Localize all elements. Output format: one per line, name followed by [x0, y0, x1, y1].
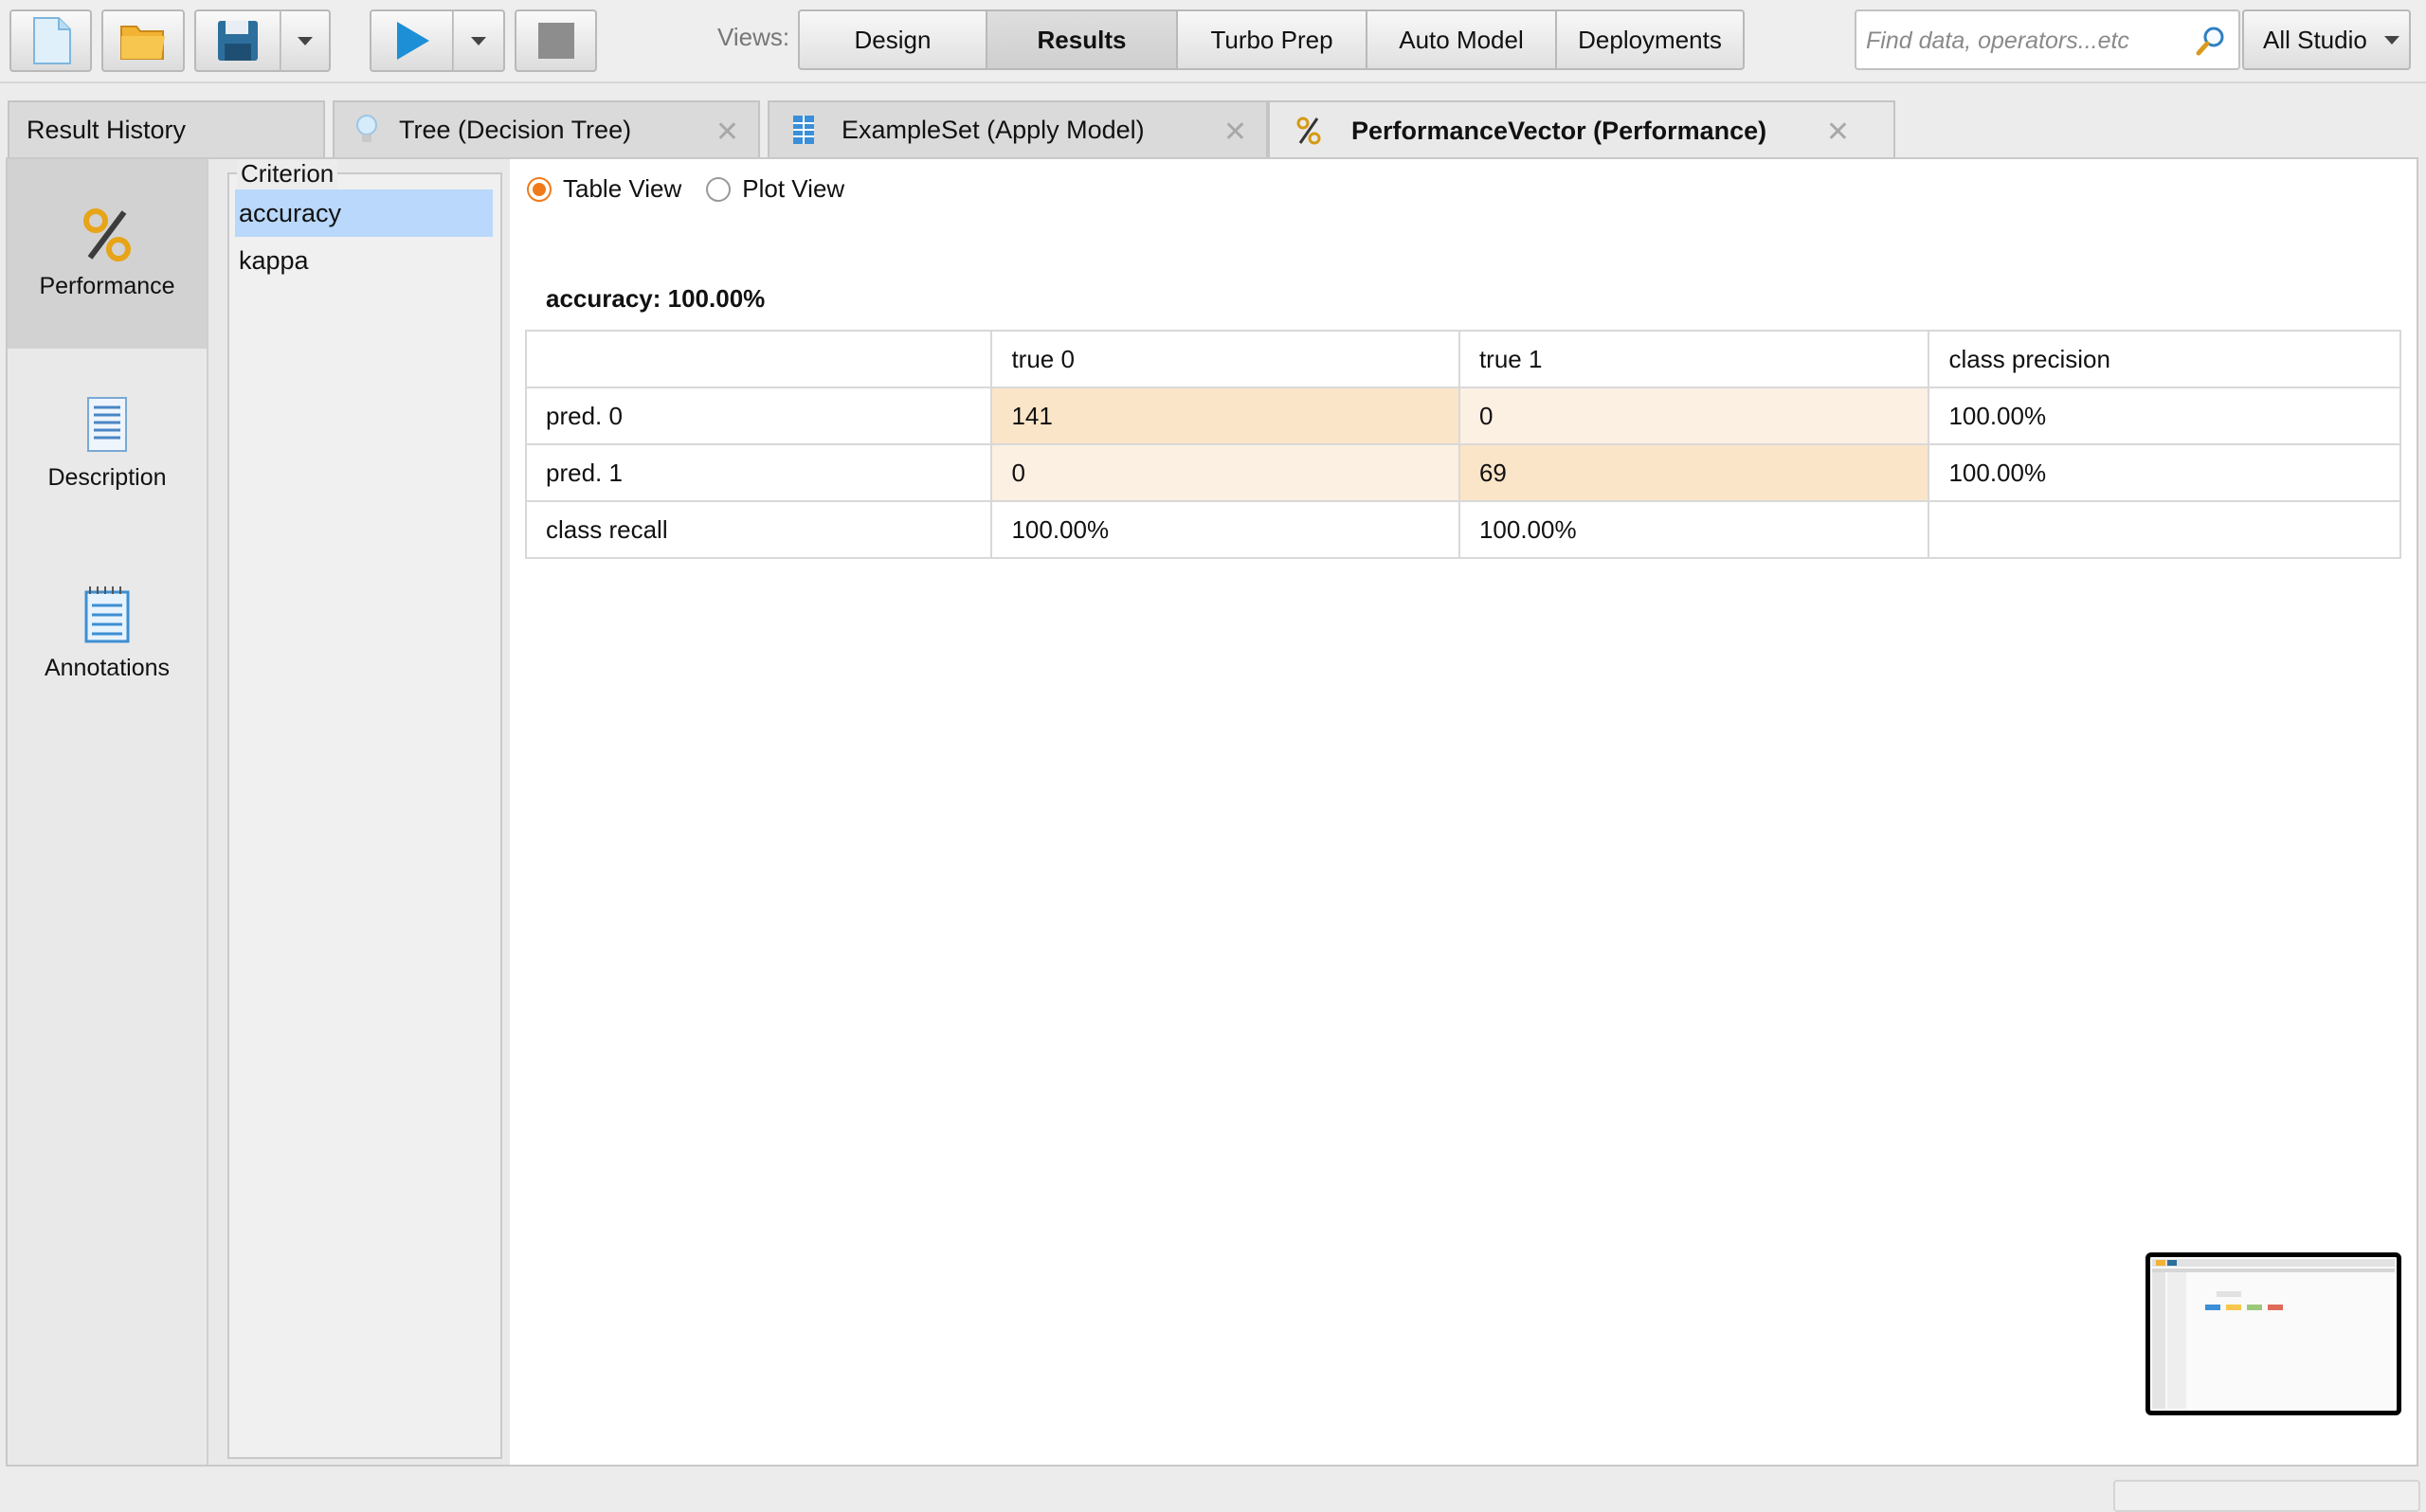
table-cell: 100.00% — [1928, 387, 2401, 445]
table-cell: 0 — [1457, 387, 1930, 445]
row-label-cell: pred. 1 — [524, 443, 993, 502]
chevron-down-icon — [298, 36, 313, 45]
tab-label: PerformanceVector (Performance) — [1351, 116, 1767, 145]
table-view-radio[interactable] — [527, 176, 552, 202]
view-tab-auto-model[interactable]: Auto Model — [1366, 9, 1557, 70]
tab-decision-tree[interactable]: Tree (Decision Tree) ✕ — [333, 100, 760, 157]
table-cell: 0 — [990, 443, 1460, 502]
table-header-cell — [524, 330, 993, 388]
table-view-label[interactable]: Table View — [563, 174, 681, 204]
new-document-icon — [32, 17, 71, 64]
table-cell: 141 — [990, 387, 1460, 445]
criterion-panel: Criterion accuracy kappa — [208, 159, 510, 1465]
view-tab-deployments[interactable]: Deployments — [1555, 9, 1745, 70]
criterion-item-kappa[interactable]: kappa — [235, 237, 493, 284]
play-icon — [396, 22, 429, 60]
table-cell — [1928, 500, 2401, 559]
new-process-button[interactable] — [9, 9, 92, 72]
notepad-icon — [84, 585, 130, 642]
percent-icon — [1296, 117, 1321, 145]
percent-icon — [83, 207, 131, 261]
close-icon[interactable]: ✕ — [1826, 116, 1850, 149]
save-options-dropdown[interactable] — [281, 9, 331, 72]
table-row: class recall 100.00% 100.00% — [524, 500, 2401, 559]
table-header-row: true 0 true 1 class precision — [524, 330, 2401, 388]
row-label-cell: class recall — [524, 500, 993, 559]
status-field — [2113, 1480, 2420, 1512]
search-input[interactable] — [1864, 19, 2190, 63]
tab-label: Result History — [27, 115, 187, 144]
view-mode-selector: Table View Plot View — [527, 174, 844, 204]
tab-exampleset[interactable]: ExampleSet (Apply Model) ✕ — [768, 100, 1268, 157]
sidebar-item-description[interactable]: Description — [8, 349, 207, 538]
results-panel: Performance Description Annotations Crit… — [6, 157, 2418, 1467]
run-process-button[interactable] — [370, 9, 454, 72]
document-icon — [87, 396, 127, 452]
search-scope-dropdown[interactable]: All Studio — [2242, 9, 2411, 70]
tab-label: ExampleSet (Apply Model) — [842, 115, 1145, 144]
run-options-dropdown[interactable] — [453, 9, 505, 72]
criterion-result-title: accuracy: 100.00% — [546, 284, 766, 313]
table-header-cell: class precision — [1928, 330, 2401, 388]
table-row: pred. 0 141 0 100.00% — [524, 387, 2401, 445]
plot-view-label[interactable]: Plot View — [742, 174, 844, 204]
chevron-down-icon — [471, 36, 486, 45]
sidebar-item-label: Description — [47, 463, 167, 491]
confusion-matrix-table: true 0 true 1 class precision pred. 0 14… — [524, 330, 2401, 559]
tab-performance-vector[interactable]: PerformanceVector (Performance) ✕ — [1268, 100, 1895, 159]
open-process-button[interactable] — [101, 9, 185, 72]
screen-thumbnail[interactable] — [2145, 1252, 2401, 1415]
table-cell: 100.00% — [990, 500, 1460, 559]
view-tab-results[interactable]: Results — [986, 9, 1178, 70]
table-header-cell: true 1 — [1457, 330, 1930, 388]
lightbulb-icon — [356, 115, 377, 142]
stop-process-button[interactable] — [515, 9, 597, 72]
close-icon[interactable]: ✕ — [1223, 116, 1247, 149]
table-header-cell: true 0 — [990, 330, 1460, 388]
sidebar-item-performance[interactable]: Performance — [8, 159, 207, 349]
status-bar — [0, 1468, 2426, 1512]
main-toolbar: Views: Design Results Turbo Prep Auto Mo… — [0, 0, 2426, 83]
view-tab-design[interactable]: Design — [798, 9, 987, 70]
search-scope-label: All Studio — [2263, 25, 2367, 54]
search-icon[interactable] — [2195, 25, 2227, 57]
save-process-button[interactable] — [194, 9, 281, 72]
sidebar-item-annotations[interactable]: Annotations — [8, 538, 207, 728]
plot-view-radio[interactable] — [706, 176, 732, 202]
result-sidebar: Performance Description Annotations — [8, 159, 208, 1465]
chevron-down-icon — [2383, 35, 2399, 45]
close-icon[interactable]: ✕ — [715, 116, 739, 149]
table-icon — [793, 116, 814, 144]
performance-content: Table View Plot View accuracy: 100.00% t… — [510, 159, 2417, 1465]
stop-icon — [537, 23, 574, 59]
sidebar-item-label: Annotations — [44, 654, 171, 681]
thumbnail-preview-image — [2152, 1259, 2395, 1409]
views-label: Views: — [717, 23, 790, 51]
criterion-item-accuracy[interactable]: accuracy — [235, 189, 493, 237]
tab-label: Tree (Decision Tree) — [399, 115, 632, 144]
criterion-group: Criterion accuracy kappa — [227, 159, 502, 1459]
sidebar-item-label: Performance — [39, 272, 175, 299]
table-cell: 69 — [1457, 443, 1930, 502]
table-row: pred. 1 0 69 100.00% — [524, 443, 2401, 502]
view-tab-turbo-prep[interactable]: Turbo Prep — [1176, 9, 1367, 70]
table-cell: 100.00% — [1457, 500, 1930, 559]
criterion-legend: Criterion — [237, 159, 338, 189]
row-label-cell: pred. 0 — [524, 387, 993, 445]
folder-icon — [120, 26, 165, 60]
table-cell: 100.00% — [1928, 443, 2401, 502]
save-disk-icon — [218, 21, 258, 61]
global-search-box — [1855, 9, 2240, 70]
tab-result-history[interactable]: Result History — [8, 100, 325, 157]
